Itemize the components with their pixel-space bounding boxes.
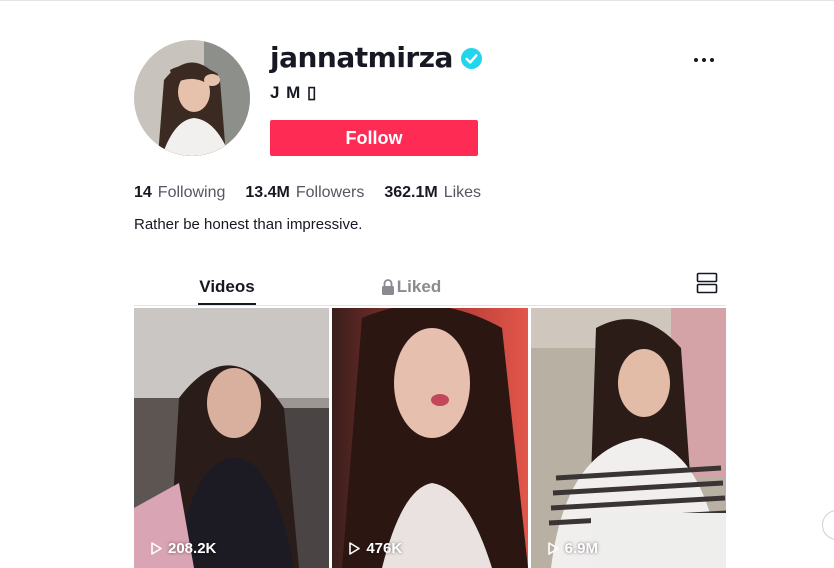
nickname: J M ▯ [270,83,318,102]
profile-tabs: Videos Liked [134,268,726,306]
stat-label: Likes [443,184,482,201]
view-count-text: 476K [366,540,403,557]
play-icon [547,542,559,555]
stat-label: Followers [295,184,365,201]
stat-count: 362.1M [384,184,438,201]
stat-count: 13.4M [245,184,290,201]
verified-badge-icon [460,47,482,69]
stat-likes: 362.1M Likes [384,182,481,204]
lock-icon [381,279,394,295]
bio: Rather be honest than impressive. [134,216,363,233]
tab-videos-label: Videos [199,277,255,296]
more-options-button[interactable] [690,50,718,70]
video-card[interactable]: 6.9M [530,308,726,568]
stat-label: Following [157,184,226,201]
active-tab-indicator [198,303,256,305]
video-thumbnail [134,308,330,568]
tab-liked[interactable]: Liked [380,268,442,306]
more-dots-icon [694,58,698,62]
tab-liked-label: Liked [396,277,442,296]
view-count: 476K [348,540,402,557]
stat-following[interactable]: 14 Following [134,182,225,204]
play-icon [349,542,361,555]
play-icon [151,542,162,555]
avatar[interactable] [134,40,250,156]
scroll-button[interactable] [822,510,834,540]
stat-count: 14 [134,184,152,201]
username: jannatmirza [270,41,453,74]
video-grid: 208.2K 476K 6.9M [134,308,726,568]
tab-videos[interactable]: Videos [198,268,256,306]
view-count-text: 208.2K [168,540,217,557]
video-thumbnail [332,308,528,568]
view-count-text: 6.9M [564,540,599,557]
view-count: 208.2K [150,540,216,557]
profile-stats: 14 Following 13.4M Followers 362.1M Like… [134,182,501,204]
video-thumbnail [530,308,726,568]
more-dots-icon [702,58,706,62]
layout-toggle-icon[interactable] [696,272,718,294]
stat-followers[interactable]: 13.4M Followers [245,182,364,204]
video-card[interactable]: 208.2K [134,308,330,568]
username-row: jannatmirza [270,40,482,76]
more-dots-icon [710,58,714,62]
view-count: 6.9M [547,540,598,557]
follow-button[interactable]: Follow [270,120,478,156]
avatar-image [134,40,250,156]
video-card[interactable]: 476K [332,308,528,568]
top-divider [0,0,834,1]
